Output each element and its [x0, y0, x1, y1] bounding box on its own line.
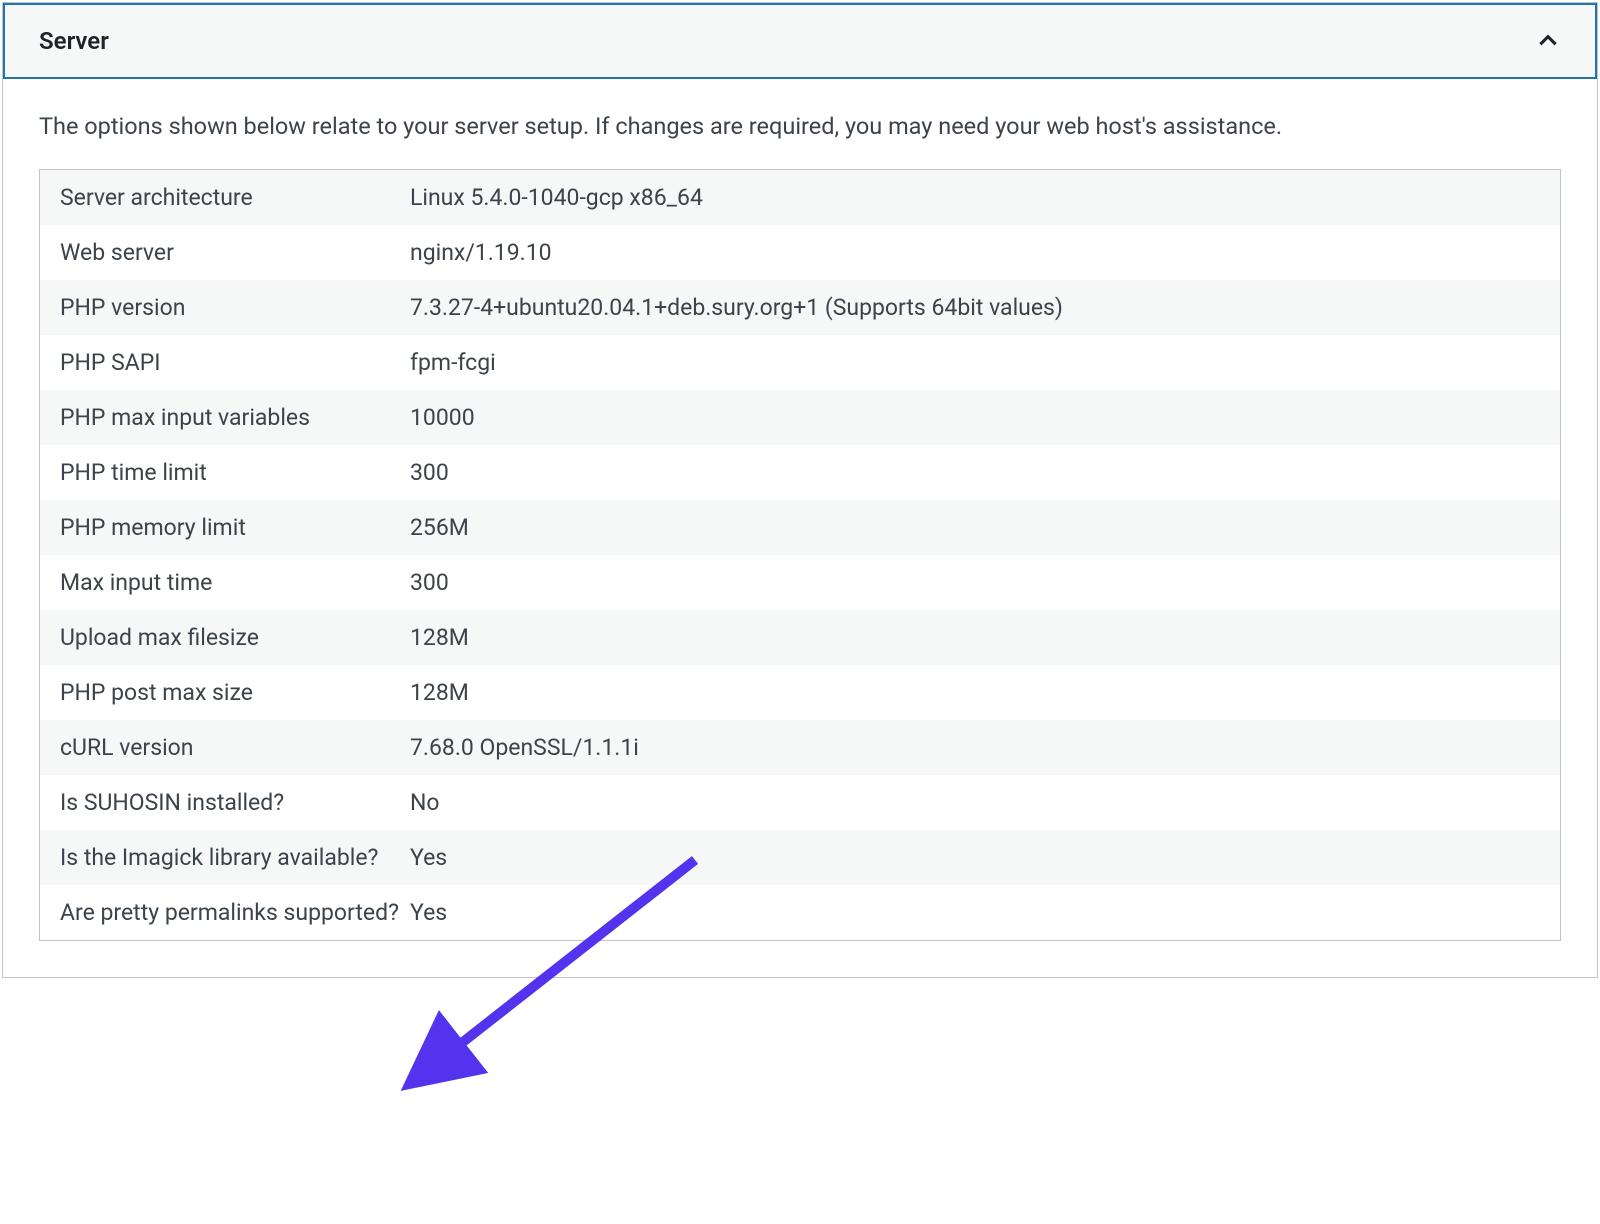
row-label: PHP SAPI: [60, 349, 410, 376]
server-panel-body: The options shown below relate to your s…: [3, 79, 1597, 977]
row-value: Yes: [410, 844, 1540, 871]
server-panel-header[interactable]: Server: [3, 3, 1597, 79]
row-value: No: [410, 789, 1540, 816]
table-row: PHP SAPI fpm-fcgi: [40, 335, 1560, 390]
row-value: fpm-fcgi: [410, 349, 1540, 376]
table-row: PHP max input variables 10000: [40, 390, 1560, 445]
server-info-table: Server architecture Linux 5.4.0-1040-gcp…: [39, 169, 1561, 941]
row-value: 10000: [410, 404, 1540, 431]
table-row: PHP version 7.3.27-4+ubuntu20.04.1+deb.s…: [40, 280, 1560, 335]
row-label: cURL version: [60, 734, 410, 761]
row-label: PHP version: [60, 294, 410, 321]
row-value: 300: [410, 459, 1540, 486]
row-label: Is SUHOSIN installed?: [60, 789, 410, 816]
row-value: 7.3.27-4+ubuntu20.04.1+deb.sury.org+1 (S…: [410, 294, 1540, 321]
row-label: PHP post max size: [60, 679, 410, 706]
table-row: cURL version 7.68.0 OpenSSL/1.1.1i: [40, 720, 1560, 775]
table-row: Is SUHOSIN installed? No: [40, 775, 1560, 830]
row-value: 300: [410, 569, 1540, 596]
row-label: Web server: [60, 239, 410, 266]
row-label: PHP time limit: [60, 459, 410, 486]
table-row: Server architecture Linux 5.4.0-1040-gcp…: [40, 170, 1560, 225]
panel-title: Server: [39, 27, 109, 55]
row-value: 128M: [410, 679, 1540, 706]
chevron-up-icon: [1535, 28, 1561, 54]
row-label: Max input time: [60, 569, 410, 596]
row-value: 128M: [410, 624, 1540, 651]
table-row: Are pretty permalinks supported? Yes: [40, 885, 1560, 940]
panel-intro: The options shown below relate to your s…: [39, 109, 1561, 143]
table-row: PHP time limit 300: [40, 445, 1560, 500]
row-label: Is the Imagick library available?: [60, 844, 410, 871]
table-row: Upload max filesize 128M: [40, 610, 1560, 665]
table-row: Is the Imagick library available? Yes: [40, 830, 1560, 885]
row-value: Linux 5.4.0-1040-gcp x86_64: [410, 184, 1540, 211]
table-row: PHP memory limit 256M: [40, 500, 1560, 555]
row-value: nginx/1.19.10: [410, 239, 1540, 266]
row-value: Yes: [410, 899, 1540, 926]
table-row: Web server nginx/1.19.10: [40, 225, 1560, 280]
row-label: Upload max filesize: [60, 624, 410, 651]
row-label: PHP memory limit: [60, 514, 410, 541]
row-label: Server architecture: [60, 184, 410, 211]
server-panel: Server The options shown below relate to…: [2, 2, 1598, 978]
row-value: 256M: [410, 514, 1540, 541]
table-row: PHP post max size 128M: [40, 665, 1560, 720]
row-label: PHP max input variables: [60, 404, 410, 431]
table-row: Max input time 300: [40, 555, 1560, 610]
row-value: 7.68.0 OpenSSL/1.1.1i: [410, 734, 1540, 761]
row-label: Are pretty permalinks supported?: [60, 899, 410, 926]
